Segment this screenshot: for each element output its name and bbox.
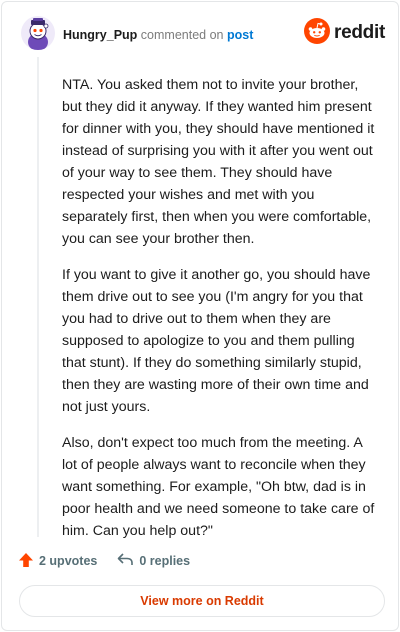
comment-embed-card: Hungry_Pup commented on post reddit NTA.… [1, 1, 399, 631]
snoo-avatar-icon[interactable] [21, 16, 55, 50]
comment-paragraph: Also, don't expect too much from the mee… [62, 435, 375, 539]
reply-arrow-icon [117, 552, 139, 570]
view-more-button[interactable]: View more on Reddit [19, 585, 385, 617]
reply-count: 0 replies [139, 554, 191, 568]
thread-line [37, 57, 39, 537]
comment-body: NTA. You asked them not to invite your b… [62, 74, 380, 556]
reddit-wordmark: reddit [334, 22, 385, 43]
reddit-logo-icon [304, 17, 331, 49]
comment-actions: 2 upvotes 0 replies [18, 550, 210, 572]
reply-button[interactable]: 0 replies [117, 552, 190, 570]
comment-meta: Hungry_Pup commented on post [63, 28, 253, 42]
action-text: commented on [140, 28, 224, 42]
comment-paragraph: NTA. You asked them not to invite your b… [62, 77, 375, 247]
upvote-button[interactable]: 2 upvotes [18, 552, 97, 571]
post-link[interactable]: post [227, 28, 253, 42]
upvote-count: 2 upvotes [39, 554, 98, 568]
username-link[interactable]: Hungry_Pup [63, 28, 137, 42]
comment-paragraph: If you want to give it another go, you s… [62, 267, 371, 415]
reddit-brand[interactable]: reddit [304, 17, 385, 49]
comment-header: Hungry_Pup commented on post reddit [17, 16, 387, 52]
upvote-arrow-icon [18, 552, 39, 571]
